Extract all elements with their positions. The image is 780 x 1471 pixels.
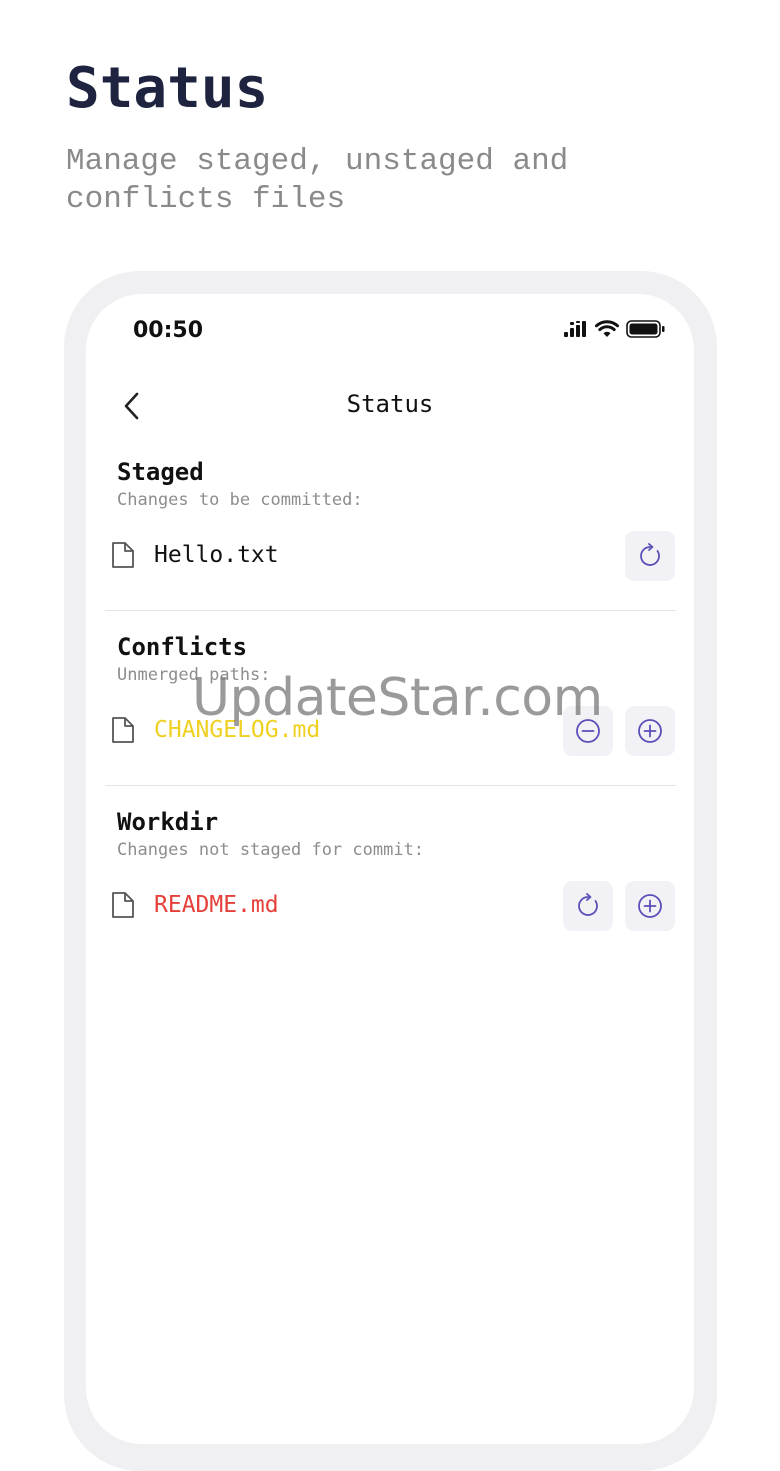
divider (105, 785, 676, 786)
rotate-cw-icon (578, 893, 598, 916)
page-subtitle: Manage staged, unstaged and conflicts fi… (66, 144, 569, 217)
list-item[interactable]: CHANGELOG.md (105, 704, 676, 756)
file-icon (112, 542, 134, 568)
conflicts-title: Conflicts (117, 633, 248, 661)
status-bar-time: 00:50 (133, 318, 204, 343)
workdir-subtitle: Changes not staged for commit: (117, 840, 425, 860)
minus-circle-icon (576, 719, 600, 743)
file-name: Hello.txt (154, 542, 279, 568)
page-title: Status (66, 56, 269, 121)
wifi-icon (595, 320, 619, 337)
battery-icon (626, 320, 665, 338)
add-button[interactable] (625, 706, 675, 756)
nav-title: Status (346, 390, 434, 418)
signal-icon (564, 321, 586, 337)
rotate-cw-icon (640, 543, 660, 566)
plus-circle-icon (638, 894, 662, 918)
nav-bar: Status (86, 378, 694, 434)
file-name: CHANGELOG.md (154, 717, 321, 743)
file-name: README.md (154, 892, 279, 918)
divider (105, 610, 676, 611)
conflicts-subtitle: Unmerged paths: (117, 665, 271, 685)
unstage-button[interactable] (625, 531, 675, 581)
list-item[interactable]: README.md (105, 879, 676, 931)
workdir-title: Workdir (117, 808, 219, 836)
file-icon (112, 717, 134, 743)
list-item[interactable]: Hello.txt (105, 529, 676, 581)
staged-title: Staged (117, 458, 204, 486)
stage-button[interactable] (625, 881, 675, 931)
staged-subtitle: Changes to be committed: (117, 490, 363, 510)
reset-button[interactable] (563, 881, 613, 931)
plus-circle-icon (638, 719, 662, 743)
status-bar-icons (564, 320, 666, 338)
file-icon (112, 892, 134, 918)
device-screen: 00:50 Status Staged Changes to be commit… (86, 294, 694, 1444)
remove-button[interactable] (563, 706, 613, 756)
